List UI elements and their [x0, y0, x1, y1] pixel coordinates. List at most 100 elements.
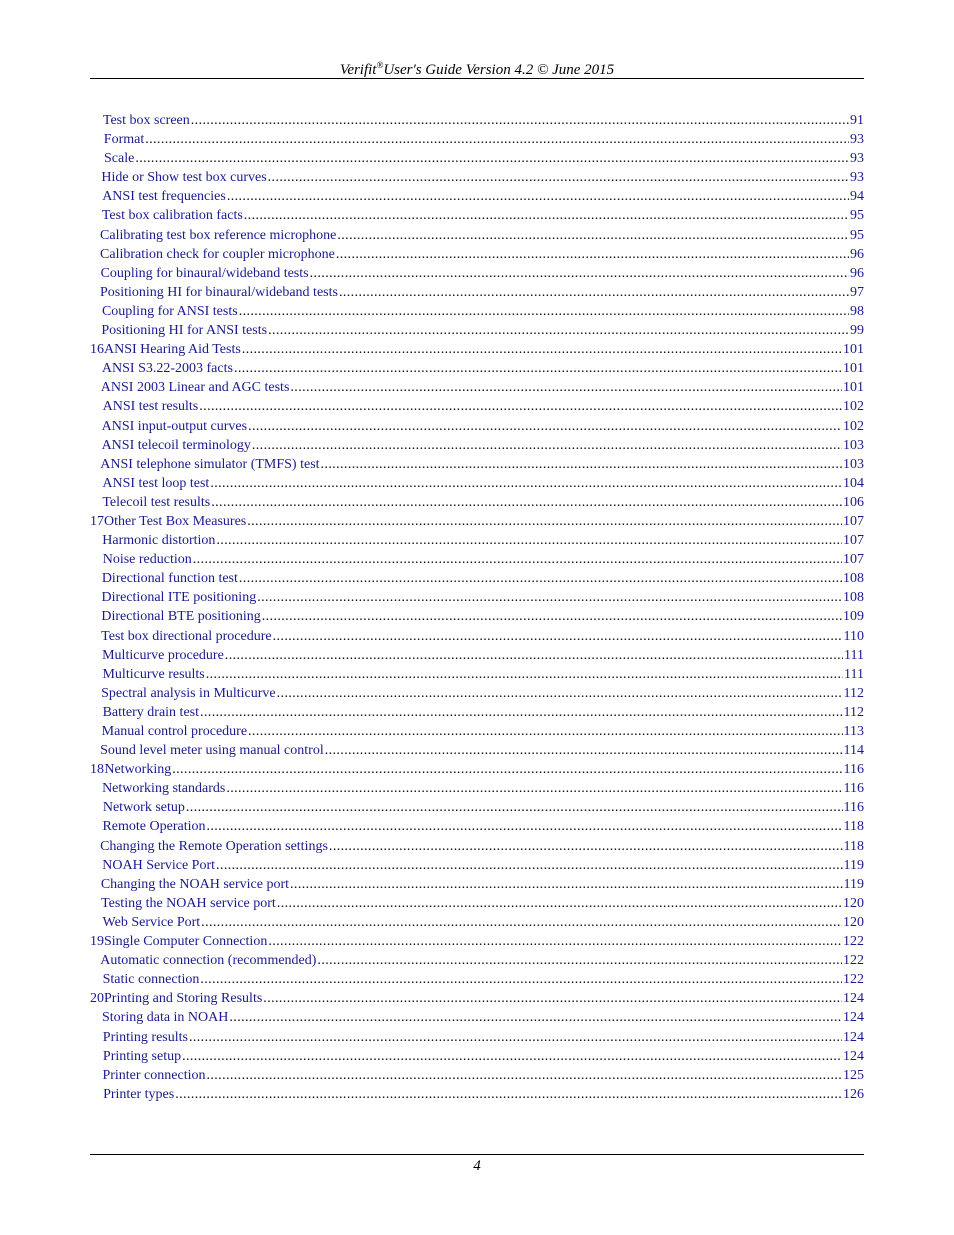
toc-entry-page: 102: [843, 399, 864, 415]
toc-section-entry[interactable]: Format 93: [90, 130, 864, 149]
dot-leader: [242, 340, 842, 359]
dot-leader: [182, 1047, 842, 1066]
toc-section-entry[interactable]: NOAH Service Port 119: [90, 856, 864, 875]
toc-entry-title: Directional BTE positioning: [101, 609, 261, 625]
toc-section-entry[interactable]: Printer connection 125: [90, 1066, 864, 1085]
toc-section-entry[interactable]: Testing the NOAH service port 120: [90, 894, 864, 913]
dot-leader: [277, 684, 843, 703]
toc-section-entry[interactable]: Calibration check for coupler microphone…: [90, 245, 864, 264]
toc-entry-title: Positioning HI for ANSI tests: [101, 323, 268, 339]
page-number: 4: [473, 1158, 481, 1174]
toc-entry-title: Calibrating test box reference microphon…: [100, 227, 337, 243]
toc-entry-title: ANSI test results: [102, 399, 199, 415]
toc-entry-title: Automatic connection (recommended): [100, 953, 317, 969]
toc-section-entry[interactable]: ANSI 2003 Linear and AGC tests 101: [90, 378, 864, 397]
toc-section-entry[interactable]: Network setup 116: [90, 798, 864, 817]
toc-section-entry[interactable]: Printer types 126: [90, 1085, 864, 1104]
toc-section-entry[interactable]: Positioning HI for binaural/wideband tes…: [90, 283, 864, 302]
toc-chapter-entry[interactable]: 19Single Computer Connection 122: [90, 932, 864, 951]
toc-section-entry[interactable]: Positioning HI for ANSI tests 99: [90, 321, 864, 340]
toc-chapter-entry[interactable]: 18Networking 116: [90, 760, 864, 779]
toc-section-entry[interactable]: Test box calibration facts 95: [90, 206, 864, 225]
dot-leader: [290, 378, 842, 397]
toc-entry-page: 96: [850, 265, 864, 281]
toc-section-entry[interactable]: Manual control procedure 113: [90, 722, 864, 741]
toc-section-entry[interactable]: ANSI test loop test 104: [90, 474, 864, 493]
toc-entry-title: Telecoil test results: [102, 494, 211, 510]
toc-section-entry[interactable]: Sound level meter using manual control 11…: [90, 741, 864, 760]
toc-entry-page: 116: [843, 800, 864, 816]
toc-entry-title: Printing setup: [102, 1048, 182, 1064]
toc-entry-page: 95: [850, 208, 864, 224]
running-header: Verifit®User's Guide Version 4.2 © June …: [90, 55, 864, 79]
dot-leader: [239, 302, 849, 321]
toc-entry-number: 16: [90, 342, 104, 358]
toc-section-entry[interactable]: ANSI input-output curves 102: [90, 417, 864, 436]
toc-section-entry[interactable]: Scale 93: [90, 149, 864, 168]
toc-entry-title: Sound level meter using manual control: [100, 743, 324, 759]
toc-entry-page: 112: [843, 704, 864, 720]
toc-section-entry[interactable]: Test box directional procedure 110: [90, 627, 864, 646]
dot-leader: [226, 779, 842, 798]
toc-section-entry[interactable]: ANSI test frequencies 94: [90, 187, 864, 206]
toc-entry-title: Directional ITE positioning: [101, 590, 257, 606]
toc-section-entry[interactable]: Directional function test 108: [90, 569, 864, 588]
toc-section-entry[interactable]: Harmonic distortion 107: [90, 531, 864, 550]
toc-entry-page: 95: [850, 227, 864, 243]
toc-section-entry[interactable]: Printing results 124: [90, 1028, 864, 1047]
toc-entry-title: Changing the Remote Operation settings: [100, 838, 328, 854]
toc-entry-title: ANSI test loop test: [102, 475, 210, 491]
toc-section-entry[interactable]: Static connection 122: [90, 970, 864, 989]
dot-leader: [200, 703, 843, 722]
toc-section-entry[interactable]: Coupling for ANSI tests 98: [90, 302, 864, 321]
toc-section-entry[interactable]: ANSI test results 102: [90, 397, 864, 416]
toc-entry-title: Static connection: [102, 972, 200, 988]
toc-section-entry[interactable]: Noise reduction 107: [90, 550, 864, 569]
toc-section-entry[interactable]: Changing the Remote Operation settings 11…: [90, 837, 864, 856]
dot-leader: [248, 417, 842, 436]
toc-section-entry[interactable]: Spectral analysis in Multicurve 112: [90, 684, 864, 703]
toc-entry-title: ANSI telephone simulator (TMFS) test: [100, 456, 320, 472]
dot-leader: [239, 569, 842, 588]
toc-section-entry[interactable]: Networking standards 116: [90, 779, 864, 798]
toc-section-entry[interactable]: Directional ITE positioning 108: [90, 588, 864, 607]
toc-entry-page: 116: [843, 762, 864, 778]
toc-section-entry[interactable]: Coupling for binaural/wideband tests 96: [90, 264, 864, 283]
dot-leader: [225, 646, 843, 665]
toc-section-entry[interactable]: Battery drain test 112: [90, 703, 864, 722]
toc-section-entry[interactable]: Hide or Show test box curves 93: [90, 168, 864, 187]
toc-section-entry[interactable]: Web Service Port 120: [90, 913, 864, 932]
toc-section-entry[interactable]: Multicurve results 111: [90, 665, 864, 684]
toc-entry-number: 18: [90, 762, 104, 778]
toc-section-entry[interactable]: Storing data in NOAH 124: [90, 1008, 864, 1027]
toc-chapter-entry[interactable]: 17Other Test Box Measures 107: [90, 512, 864, 531]
toc-entry-page: 120: [843, 895, 864, 911]
dot-leader: [206, 1066, 842, 1085]
toc-section-entry[interactable]: Directional BTE positioning 109: [90, 607, 864, 626]
dot-leader: [206, 817, 842, 836]
toc-section-entry[interactable]: Test box screen 91: [90, 111, 864, 130]
toc-section-entry[interactable]: Multicurve procedure 111: [90, 646, 864, 665]
toc-entry-page: 101: [843, 380, 864, 396]
toc-chapter-entry[interactable]: 20Printing and Storing Results 124: [90, 989, 864, 1008]
toc-entry-title: Scale: [103, 151, 135, 167]
dot-leader: [189, 1028, 842, 1047]
toc-entry-title: Storing data in NOAH: [102, 1010, 229, 1026]
toc-entry-title: Network setup: [102, 800, 185, 816]
toc-entry-title: Printer connection: [102, 1067, 206, 1083]
toc-section-entry[interactable]: Calibrating test box reference microphon…: [90, 226, 864, 245]
toc-section-entry[interactable]: Telecoil test results 106: [90, 493, 864, 512]
toc-entry-page: 112: [843, 685, 864, 701]
toc-entry-page: 119: [843, 857, 864, 873]
toc-section-entry[interactable]: Remote Operation 118: [90, 817, 864, 836]
toc-section-entry[interactable]: Automatic connection (recommended) 122: [90, 951, 864, 970]
toc-section-entry[interactable]: ANSI telephone simulator (TMFS) test 103: [90, 455, 864, 474]
toc-section-entry[interactable]: ANSI S3.22-2003 facts 101: [90, 359, 864, 378]
toc-chapter-entry[interactable]: 16ANSI Hearing Aid Tests 101: [90, 340, 864, 359]
header-brand: Verifit: [339, 62, 377, 78]
toc-section-entry[interactable]: Changing the NOAH service port 119: [90, 875, 864, 894]
dot-leader: [175, 1085, 842, 1104]
dot-leader: [321, 455, 842, 474]
toc-section-entry[interactable]: ANSI telecoil terminology 103: [90, 436, 864, 455]
toc-section-entry[interactable]: Printing setup 124: [90, 1047, 864, 1066]
